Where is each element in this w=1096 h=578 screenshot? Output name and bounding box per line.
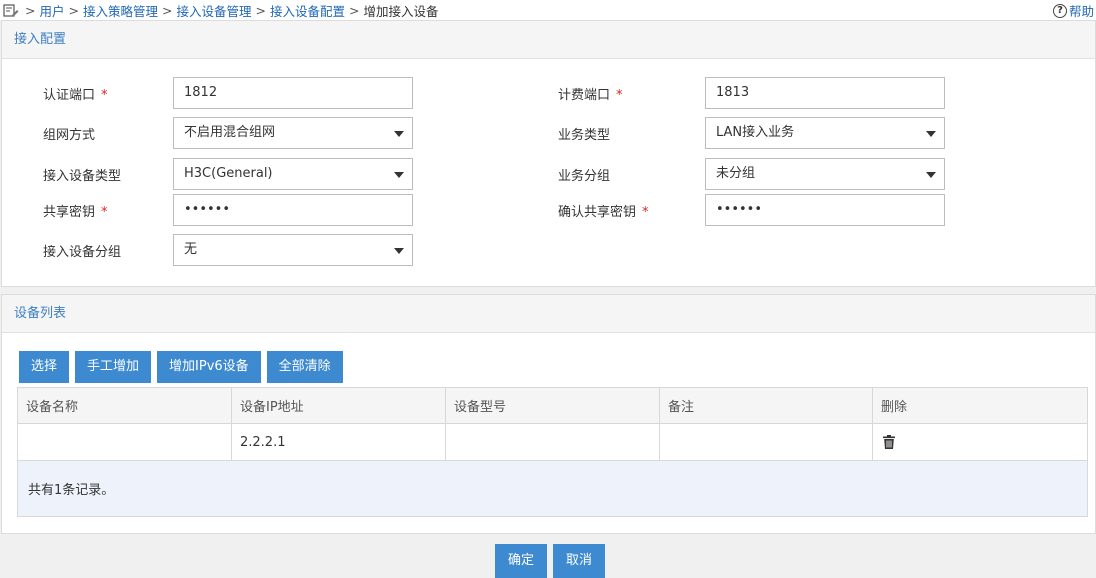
dropdown-arrow-icon xyxy=(926,131,936,137)
device-group-label: 接入设备分组 xyxy=(43,245,122,260)
service-group-value: 未分组 xyxy=(716,166,756,181)
required-marker: * xyxy=(101,205,108,220)
breadcrumb-separator: > xyxy=(162,2,173,18)
cancel-button[interactable]: 取消 xyxy=(553,544,605,578)
user-edit-icon xyxy=(3,4,19,17)
required-marker: * xyxy=(642,205,649,220)
service-type-select[interactable]: LAN接入业务 xyxy=(705,117,945,149)
breadcrumb-separator: > xyxy=(349,2,360,18)
breadcrumb-link-access-policy[interactable]: 接入策略管理 xyxy=(83,1,158,20)
breadcrumb-current: 增加接入设备 xyxy=(363,3,439,19)
service-type-value: LAN接入业务 xyxy=(716,125,795,140)
required-marker: * xyxy=(101,88,108,103)
select-button[interactable]: 选择 xyxy=(19,351,70,383)
breadcrumb-separator: > xyxy=(255,2,266,18)
confirm-key-label: 确认共享密钥 * xyxy=(558,205,649,220)
dropdown-arrow-icon xyxy=(394,131,404,137)
add-ipv6-device-button[interactable]: 增加IPv6设备 xyxy=(157,351,261,383)
column-header-remark[interactable]: 备注 xyxy=(660,388,873,423)
help-link[interactable]: ? 帮助 xyxy=(1052,1,1094,20)
access-config-panel: 接入配置 认证端口 * 1812 计费端口 * 1813 组网方式 不启用混合组网 … xyxy=(1,20,1096,287)
device-type-label: 接入设备类型 xyxy=(43,169,122,184)
help-icon: ? xyxy=(1052,3,1067,18)
dropdown-arrow-icon xyxy=(394,172,404,178)
device-type-value: H3C(General) xyxy=(184,166,273,181)
table-header: 设备名称 设备IP地址 设备型号 备注 删除 xyxy=(18,388,1087,424)
auth-port-label: 认证端口 * xyxy=(43,88,108,103)
cell-remark xyxy=(660,424,873,460)
acct-port-label: 计费端口 * xyxy=(558,88,623,103)
clear-all-button[interactable]: 全部清除 xyxy=(266,351,343,383)
confirm-key-input[interactable]: •••••• xyxy=(705,194,945,226)
column-header-device-model[interactable]: 设备型号 xyxy=(446,388,660,423)
record-count: 共有1条记录。 xyxy=(18,460,1087,516)
shared-key-label: 共享密钥 * xyxy=(43,205,108,220)
cell-device-model xyxy=(446,424,660,460)
device-type-select[interactable]: H3C(General) xyxy=(173,158,413,190)
confirm-button[interactable]: 确定 xyxy=(495,544,547,578)
network-mode-label: 组网方式 xyxy=(43,128,96,143)
column-header-delete: 删除 xyxy=(881,400,908,415)
service-type-label: 业务类型 xyxy=(558,128,611,143)
service-group-label: 业务分组 xyxy=(558,169,611,184)
device-toolbar: 选择 手工增加 增加IPv6设备 全部清除 xyxy=(19,351,343,383)
cell-device-name xyxy=(18,424,232,460)
breadcrumb-link-users[interactable]: 用户 xyxy=(39,1,64,20)
dropdown-arrow-icon xyxy=(926,172,936,178)
device-group-value: 无 xyxy=(184,242,198,257)
dropdown-arrow-icon xyxy=(394,248,404,254)
breadcrumb-link-access-device-mgmt[interactable]: 接入设备管理 xyxy=(176,1,251,20)
auth-port-input[interactable]: 1812 xyxy=(173,77,413,109)
shared-key-input[interactable]: •••••• xyxy=(173,194,413,226)
breadcrumb: > 用户 > 接入策略管理 > 接入设备管理 > 接入设备配置 > 增加接入设备… xyxy=(0,0,1096,20)
cell-device-ip: 2.2.2.1 xyxy=(232,424,446,460)
cell-delete xyxy=(873,424,1087,460)
access-config-title: 接入配置 xyxy=(2,21,1095,59)
help-label: 帮助 xyxy=(1068,4,1094,19)
breadcrumb-separator: > xyxy=(25,2,36,18)
network-mode-value: 不启用混合组网 xyxy=(184,125,276,140)
column-header-device-ip[interactable]: 设备IP地址 xyxy=(232,388,446,423)
breadcrumb-link-access-device-config[interactable]: 接入设备配置 xyxy=(270,1,345,20)
trash-icon[interactable] xyxy=(883,435,895,449)
manual-add-button[interactable]: 手工增加 xyxy=(75,351,152,383)
device-list-title: 设备列表 xyxy=(2,295,1095,333)
device-group-select[interactable]: 无 xyxy=(173,234,413,266)
service-group-select[interactable]: 未分组 xyxy=(705,158,945,190)
column-header-device-name[interactable]: 设备名称 xyxy=(18,388,232,423)
breadcrumb-separator: > xyxy=(68,2,79,18)
network-mode-select[interactable]: 不启用混合组网 xyxy=(173,117,413,149)
device-table: 设备名称 设备IP地址 设备型号 备注 删除 2.2.2.1 共有1条记录。 xyxy=(17,387,1088,517)
required-marker: * xyxy=(616,88,623,103)
table-row: 2.2.2.1 xyxy=(18,424,1087,460)
acct-port-input[interactable]: 1813 xyxy=(705,77,945,109)
